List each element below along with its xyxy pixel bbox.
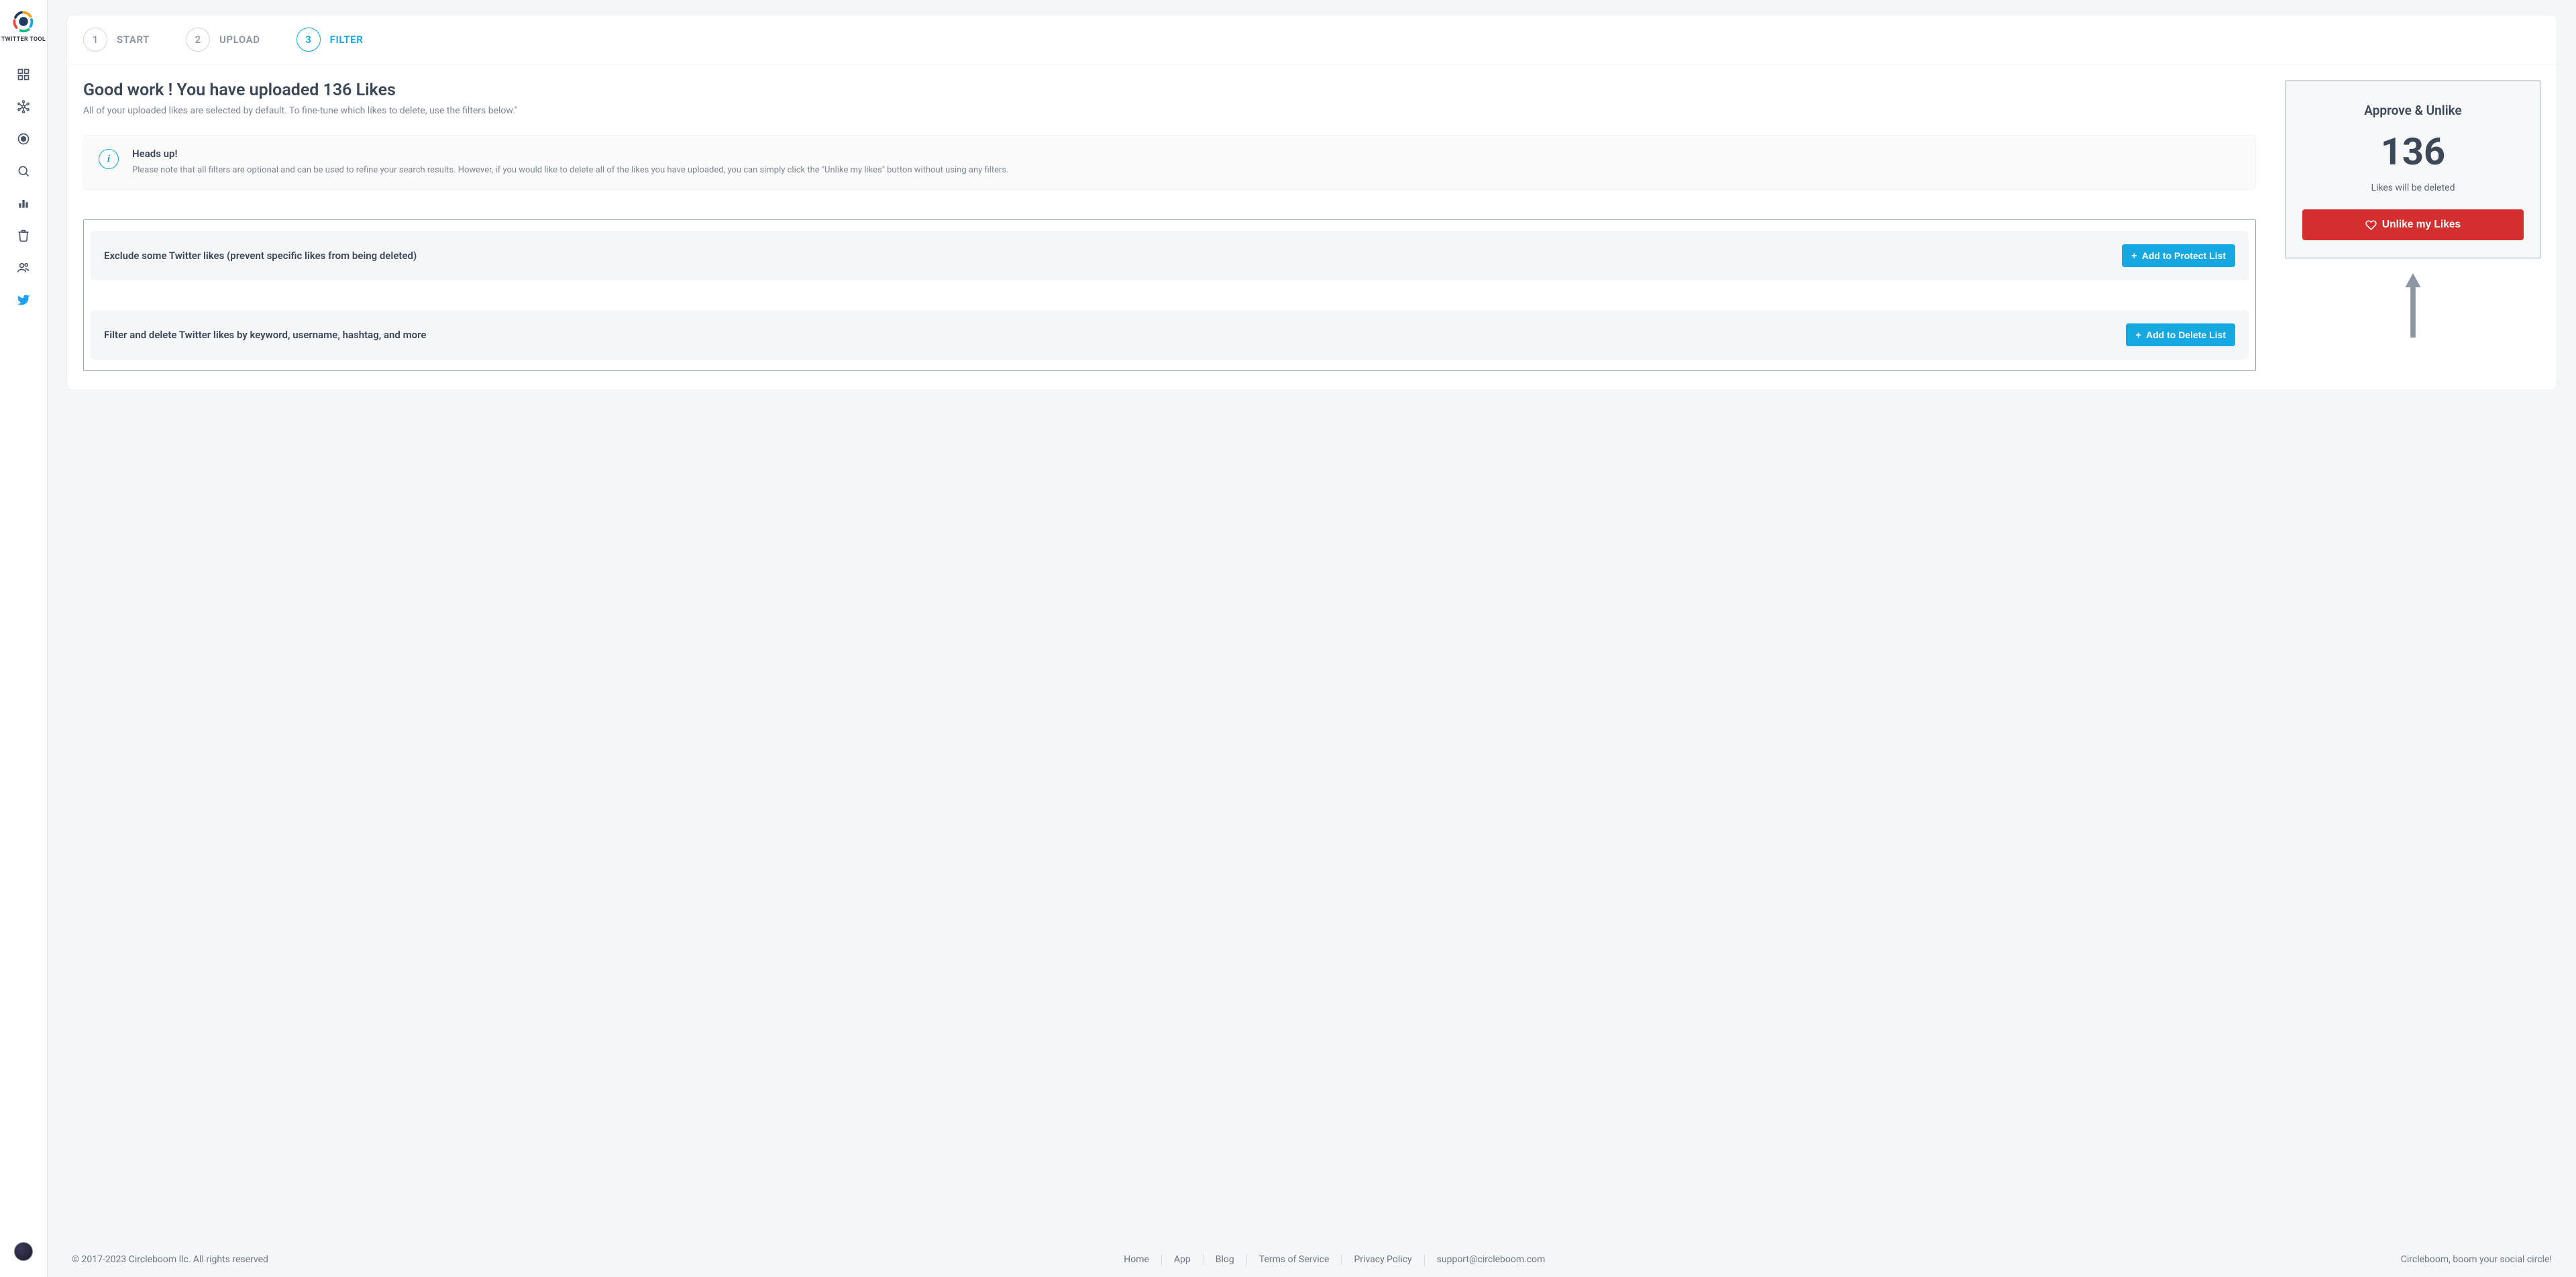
footer-tos-link[interactable]: Terms of Service — [1247, 1254, 1342, 1265]
info-icon: i — [99, 149, 119, 169]
footer: © 2017-2023 Circleboom llc. All rights r… — [66, 1242, 2557, 1277]
step-number: 2 — [186, 28, 210, 52]
filter-label: Exclude some Twitter likes (prevent spec… — [104, 250, 417, 262]
avatar[interactable] — [14, 1242, 33, 1261]
alert-title: Heads up! — [132, 148, 1009, 160]
footer-home-link[interactable]: Home — [1112, 1254, 1162, 1265]
delete-count: 136 — [2302, 133, 2524, 170]
button-label: Add to Protect List — [2142, 250, 2226, 261]
step-filter[interactable]: 3 FILTER — [297, 28, 364, 52]
approve-subtitle: Likes will be deleted — [2302, 183, 2524, 193]
page-title: Good work ! You have uploaded 136 Likes — [83, 81, 2256, 100]
button-label: Unlike my Likes — [2382, 219, 2461, 231]
trash-icon[interactable] — [16, 228, 31, 243]
approve-panel: Approve & Unlike 136 Likes will be delet… — [2286, 81, 2540, 258]
main-content: 1 START 2 UPLOAD 3 FILTER Good work ! Yo… — [48, 0, 2576, 1277]
arrow-up-icon — [2286, 273, 2540, 338]
step-upload[interactable]: 2 UPLOAD — [186, 28, 260, 52]
filter-label: Filter and delete Twitter likes by keywo… — [104, 329, 426, 341]
unlike-my-likes-button[interactable]: Unlike my Likes — [2302, 209, 2524, 240]
step-label: FILTER — [330, 34, 364, 46]
sidebar: TWITTER TOOL — [0, 0, 48, 1277]
plus-icon: + — [2135, 330, 2141, 340]
filter-row-protect: Exclude some Twitter likes (prevent spec… — [91, 231, 2249, 280]
circle-dot-icon[interactable] — [16, 132, 31, 146]
add-protect-list-button[interactable]: + Add to Protect List — [2122, 244, 2235, 267]
brand-logo-icon — [11, 9, 36, 34]
step-number: 3 — [297, 28, 321, 52]
search-icon[interactable] — [16, 164, 31, 178]
info-alert: i Heads up! Please note that all filters… — [83, 135, 2256, 190]
step-label: UPLOAD — [219, 34, 260, 46]
content-card: 1 START 2 UPLOAD 3 FILTER Good work ! Yo… — [66, 15, 2557, 391]
footer-blog-link[interactable]: Blog — [1203, 1254, 1247, 1265]
step-start[interactable]: 1 START — [83, 28, 150, 52]
network-icon[interactable] — [16, 99, 31, 114]
stepper: 1 START 2 UPLOAD 3 FILTER — [67, 15, 2557, 64]
dashboard-icon[interactable] — [16, 67, 31, 82]
add-delete-list-button[interactable]: + Add to Delete List — [2126, 323, 2235, 346]
plus-icon: + — [2131, 251, 2137, 261]
twitter-icon[interactable] — [16, 293, 31, 307]
filter-row-delete: Filter and delete Twitter likes by keywo… — [91, 310, 2249, 360]
logo[interactable]: TWITTER TOOL — [1, 9, 46, 43]
step-number: 1 — [83, 28, 107, 52]
step-label: START — [117, 34, 150, 46]
heart-icon — [2365, 219, 2377, 231]
footer-links: Home App Blog Terms of Service Privacy P… — [1112, 1254, 1557, 1265]
filter-group: Exclude some Twitter likes (prevent spec… — [83, 219, 2256, 371]
footer-privacy-link[interactable]: Privacy Policy — [1342, 1254, 1424, 1265]
footer-support-link[interactable]: support@circleboom.com — [1425, 1254, 1558, 1265]
button-label: Add to Delete List — [2146, 329, 2226, 340]
brand-name: TWITTER TOOL — [1, 36, 46, 43]
alert-body: Please note that all filters are optiona… — [132, 164, 1009, 177]
analytics-icon[interactable] — [16, 196, 31, 211]
users-icon[interactable] — [16, 260, 31, 275]
footer-app-link[interactable]: App — [1162, 1254, 1203, 1265]
page-subtitle: All of your uploaded likes are selected … — [83, 105, 2256, 116]
approve-title: Approve & Unlike — [2302, 103, 2524, 118]
footer-tagline: Circleboom, boom your social circle! — [2401, 1254, 2552, 1265]
copyright: © 2017-2023 Circleboom llc. All rights r… — [72, 1254, 268, 1265]
